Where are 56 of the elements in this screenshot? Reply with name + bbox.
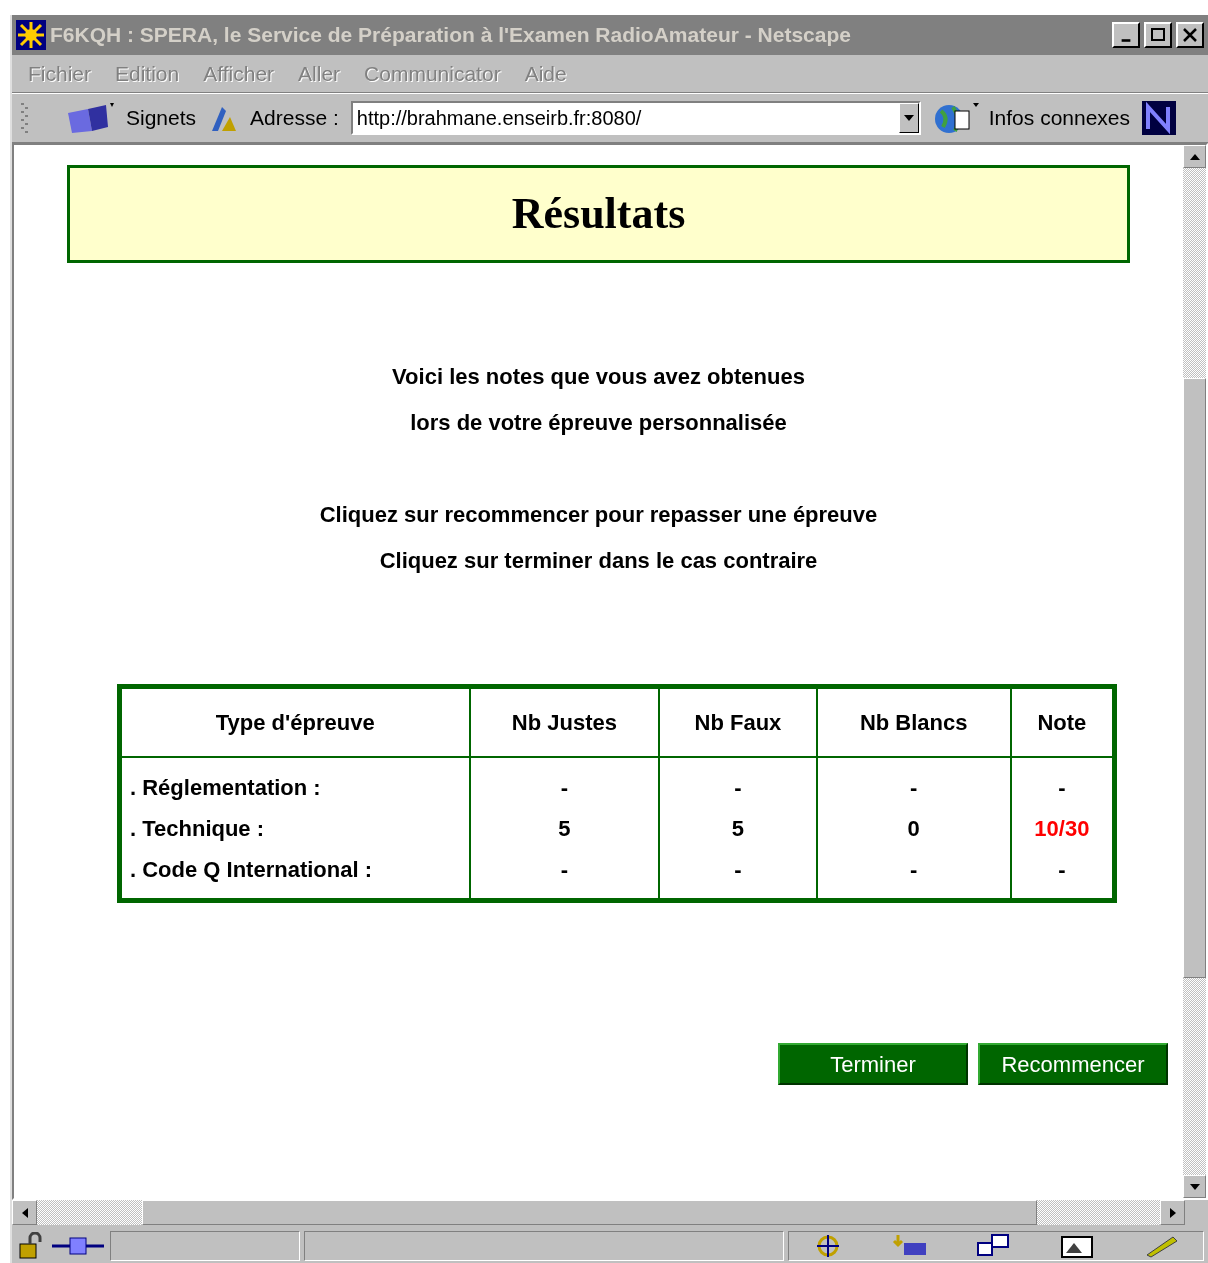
table-cell: - xyxy=(816,756,1011,805)
table-cell: - xyxy=(659,756,817,805)
maximize-button[interactable] xyxy=(1144,22,1172,48)
window-title: F6KQH : SPERA, le Service de Préparation à l'Examen RadioAmateur - Netscape xyxy=(50,22,852,49)
table-cell: . Code Q International : xyxy=(119,852,470,901)
scroll-down-button[interactable] xyxy=(1183,1175,1206,1198)
bookmarks-button[interactable]: Signets xyxy=(66,101,197,135)
table-cell: - xyxy=(816,852,1011,901)
netscape-icon xyxy=(16,20,46,50)
dropdown-button[interactable] xyxy=(898,103,919,133)
related-button[interactable]: Infos connexes xyxy=(932,101,1131,135)
intro-text: Voici les notes que vous avez obtenues xyxy=(392,363,805,390)
caret-icon xyxy=(903,115,914,121)
table-cell: 5 xyxy=(469,804,660,853)
action-button[interactable]: Recommencer xyxy=(978,1043,1168,1085)
table-cell: 0 xyxy=(816,804,1011,853)
table-cell: - xyxy=(659,852,817,901)
scroll-right-button[interactable] xyxy=(1160,1200,1185,1225)
maximize-icon xyxy=(1150,28,1166,42)
page-heading: Résultats xyxy=(511,188,686,240)
column-header: Nb Justes xyxy=(469,686,660,757)
table-cell: - xyxy=(1010,756,1115,805)
close-icon xyxy=(1182,28,1198,42)
up-arrow-icon xyxy=(1189,153,1200,160)
table-cell: - xyxy=(1010,852,1115,901)
scroll-up-button[interactable] xyxy=(1183,145,1206,168)
minimize-icon xyxy=(1121,39,1131,42)
globe-icon xyxy=(932,101,981,135)
instruction-text: Cliquez sur terminer dans le cas contraire xyxy=(379,547,818,574)
column-header: Type d'épreuve xyxy=(119,686,470,757)
vertical-scrollbar[interactable] xyxy=(1183,145,1206,1198)
scroll-thumb[interactable] xyxy=(142,1200,1037,1225)
table-cell: - xyxy=(469,756,660,805)
netscape-logo-icon xyxy=(1142,101,1177,135)
right-arrow-icon xyxy=(1169,1207,1176,1218)
scroll-left-button[interactable] xyxy=(12,1200,37,1225)
table-cell: 10/30 xyxy=(1010,804,1115,853)
left-arrow-icon xyxy=(21,1207,28,1218)
instruction-text: Cliquez sur recommencer pour repasser une épreuve xyxy=(319,501,878,528)
action-button[interactable]: Terminer xyxy=(778,1043,968,1085)
chat-icon xyxy=(975,1232,1012,1259)
horizontal-scrollbar[interactable] xyxy=(12,1200,1185,1225)
grip-icon xyxy=(20,101,30,135)
column-header: Nb Faux xyxy=(659,686,817,757)
scroll-thumb[interactable] xyxy=(1183,378,1206,978)
table-cell: . Technique : xyxy=(119,804,470,853)
table-cell: . Réglementation : xyxy=(119,756,470,805)
down-arrow-icon xyxy=(1189,1183,1200,1190)
address-field[interactable]: http://brahmane.enseirb.fr:8080/ xyxy=(350,101,921,135)
table-cell: 5 xyxy=(659,804,817,853)
column-header: Nb Blancs xyxy=(816,686,1011,757)
minimize-button[interactable] xyxy=(1112,22,1140,48)
address-label: Adresse : xyxy=(250,105,339,132)
close-button[interactable] xyxy=(1176,22,1204,48)
intro-text: lors de votre épreuve personnalisée xyxy=(410,409,787,436)
table-cell: - xyxy=(469,852,660,901)
